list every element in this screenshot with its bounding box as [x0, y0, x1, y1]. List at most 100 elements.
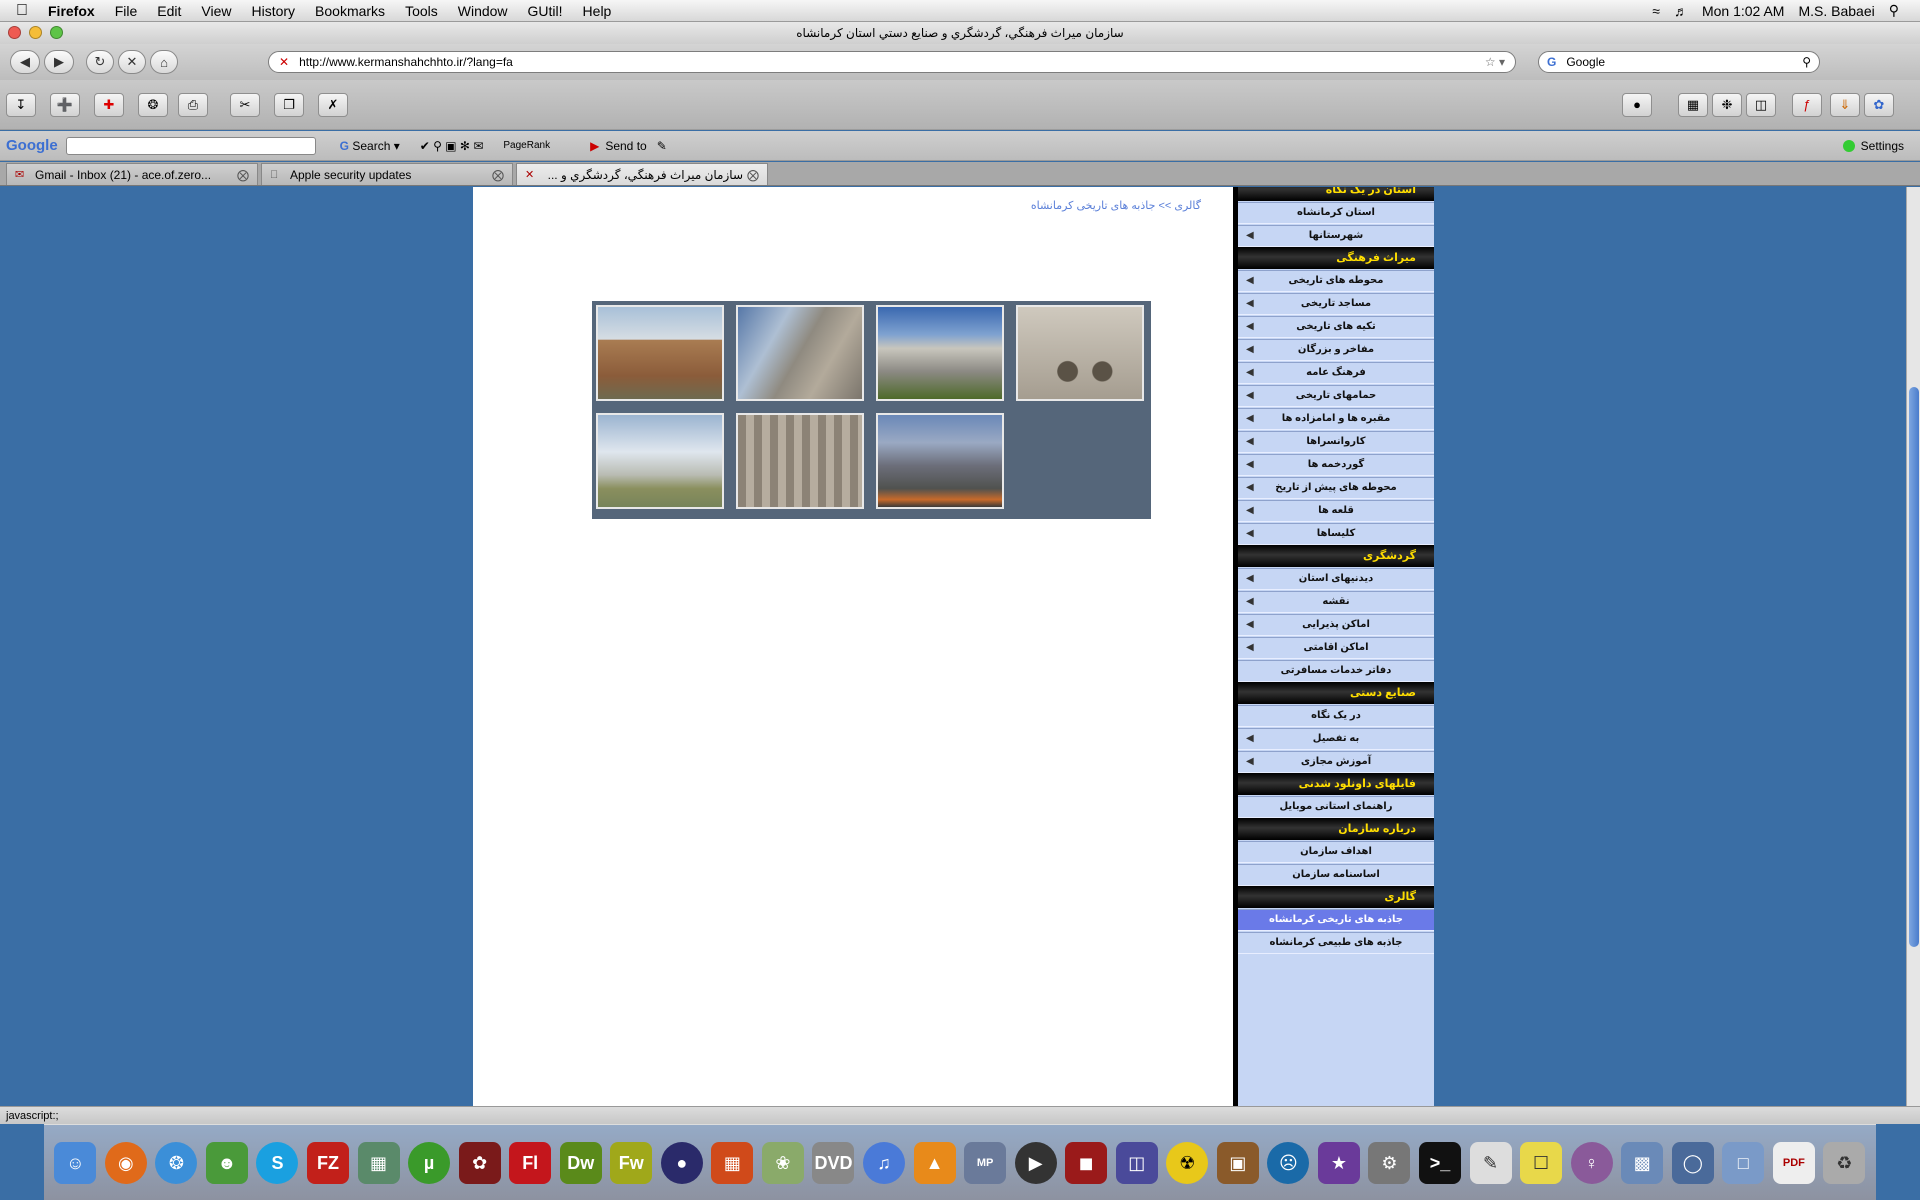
utorrent-icon[interactable]: µ	[408, 1141, 451, 1184]
back-button[interactable]: ◀	[10, 50, 40, 74]
safari-icon[interactable]: ❂	[155, 1141, 198, 1184]
sidebar-item-tombs[interactable]: ◀ مقبره ها و امامزاده ها	[1238, 408, 1434, 430]
preview-icon[interactable]: ▦	[357, 1141, 400, 1184]
vertical-scrollbar[interactable]	[1906, 187, 1920, 1106]
sidebar-item-accommodation[interactable]: ◀ اماکن اقامتی	[1238, 637, 1434, 659]
dvd-player-icon[interactable]: DVD	[812, 1141, 855, 1184]
flash-icon[interactable]: Fl	[509, 1141, 552, 1184]
angry-face-icon[interactable]: ☹	[1267, 1141, 1310, 1184]
firefox-icon[interactable]: ◉	[104, 1141, 147, 1184]
sidebar-item-map[interactable]: ◀ نقشه	[1238, 591, 1434, 613]
toolbar-addon3-icon[interactable]: ❉	[1712, 93, 1742, 117]
search-bar-text[interactable]: Google	[1566, 55, 1605, 69]
toolbar-firstaid-icon[interactable]: ✚	[94, 93, 124, 117]
menubar-user[interactable]: M.S. Babaei	[1791, 3, 1881, 19]
toolbar-scissors-icon[interactable]: ✗	[318, 93, 348, 117]
menu-view[interactable]: View	[191, 3, 241, 19]
adium-icon[interactable]: ☻	[205, 1141, 248, 1184]
zoom-window-icon[interactable]	[50, 26, 63, 39]
menu-bookmarks[interactable]: Bookmarks	[305, 3, 395, 19]
sidebar-item-castles[interactable]: ◀ قلعه ها	[1238, 500, 1434, 522]
breadcrumb[interactable]: گالری >> جاذبه های تاریخی کرمانشاه	[1031, 199, 1201, 212]
sidebar-item-goals[interactable]: اهداف سازمان	[1238, 841, 1434, 863]
tab-close-icon[interactable]: ⨂	[492, 168, 504, 182]
sidebar-item-caravanserais[interactable]: ◀ کاروانسراها	[1238, 431, 1434, 453]
url-bar[interactable]: ✕ http://www.kermanshahchhto.ir/?lang=fa…	[268, 51, 1516, 73]
eclipse-icon[interactable]: ●	[660, 1141, 703, 1184]
search-icon[interactable]: ⚲	[1802, 55, 1819, 69]
sidebar-item-elearning[interactable]: ◀ آموزش مجازی	[1238, 751, 1434, 773]
app-icon-red[interactable]: ✿	[458, 1141, 501, 1184]
sendto-button[interactable]: Send to	[605, 139, 646, 153]
mplayer-icon[interactable]: MP	[964, 1141, 1007, 1184]
toolbar-compass-icon[interactable]: ❂	[138, 93, 168, 117]
volume-icon[interactable]: ♬	[1667, 3, 1695, 19]
sidebar-item-charter[interactable]: اساسنامه سازمان	[1238, 864, 1434, 886]
sidebar-item-prehistoric[interactable]: ◀ محوطه های پیش از تاریخ	[1238, 477, 1434, 499]
gallery-thumb-night-mountain[interactable]	[876, 413, 1004, 509]
sidebar-item-cities[interactable]: ◀ شهرستانها	[1238, 225, 1434, 247]
textedit-icon[interactable]: ✎	[1469, 1141, 1512, 1184]
quicktime-icon[interactable]: ▶	[1014, 1141, 1057, 1184]
iphoto-icon[interactable]: ▩	[1621, 1141, 1664, 1184]
radiation-icon[interactable]: ☢	[1166, 1141, 1209, 1184]
search-bar[interactable]: G Google ⚲	[1538, 51, 1820, 73]
bookmark-star-icon[interactable]: ☆ ▾	[1485, 55, 1515, 69]
toolbar-copy-icon[interactable]: ❐	[274, 93, 304, 117]
home-button[interactable]: ⌂	[150, 50, 178, 74]
search-engine-icon[interactable]: G	[1547, 55, 1556, 69]
site-identity-icon[interactable]: ✕	[279, 55, 289, 69]
toolbar-swirl-icon[interactable]: ✿	[1864, 93, 1894, 117]
menu-edit[interactable]: Edit	[147, 3, 191, 19]
toolbar-addon1-icon[interactable]: ●	[1622, 93, 1652, 117]
forward-button[interactable]: ▶	[44, 50, 74, 74]
highlighter-icon[interactable]: ✎	[657, 139, 667, 153]
system-preferences-icon[interactable]: ⚙	[1368, 1141, 1411, 1184]
pdf-document-icon[interactable]: PDF	[1772, 1141, 1815, 1184]
sidebar-item-tekiyehs[interactable]: ◀ تکیه های تاریخی	[1238, 316, 1434, 338]
sidebar-item-travel-agencies[interactable]: دفاتر خدمات مسافرتی	[1238, 660, 1434, 682]
google-tool-icons[interactable]: ✔ ⚲ ▣ ✻ ✉	[420, 139, 484, 153]
sidebar-item-bathhouses[interactable]: ◀ حمامهای تاریخی	[1238, 385, 1434, 407]
photobooth-icon[interactable]: ◼	[1065, 1141, 1108, 1184]
sidebar-item-sights[interactable]: ◀ دیدنیهای استان	[1238, 568, 1434, 590]
url-text[interactable]: http://www.kermanshahchhto.ir/?lang=fa	[299, 55, 513, 69]
menu-window[interactable]: Window	[448, 3, 518, 19]
sidebar-item-folklore[interactable]: ◀ فرهنگ عامه	[1238, 362, 1434, 384]
downloads-folder-icon[interactable]: ◯	[1671, 1141, 1714, 1184]
gallery-thumb-ruins[interactable]	[596, 413, 724, 509]
sidebar-item-natural-attractions[interactable]: جاذبه های طبیعی کرمانشاه	[1238, 932, 1434, 954]
sidebar-item-churches[interactable]: ◀ کلیساها	[1238, 523, 1434, 545]
menu-history[interactable]: History	[241, 3, 305, 19]
itunes-icon[interactable]: ♫	[863, 1141, 906, 1184]
fireworks-icon[interactable]: Fw	[610, 1141, 653, 1184]
finder-icon[interactable]: ☺	[54, 1141, 97, 1184]
gallery-thumb-relief[interactable]	[736, 413, 864, 509]
folder-icon[interactable]: □	[1722, 1141, 1765, 1184]
google-search-button[interactable]: G Search ▾	[340, 139, 400, 153]
menubar-clock[interactable]: Mon 1:02 AM	[1695, 3, 1792, 19]
sidebar-item-rock-tombs[interactable]: ◀ گوردخمه ها	[1238, 454, 1434, 476]
sidebar-item-historic-sites[interactable]: ◀ محوطه های تاریخی	[1238, 270, 1434, 292]
google-toolbar-input[interactable]	[65, 136, 316, 155]
sidebar-item-notables[interactable]: ◀ مفاخر و بزرگان	[1238, 339, 1434, 361]
tab-apple[interactable]:  Apple security updates ⨂	[261, 163, 513, 185]
toolbar-print-icon[interactable]: ⎙	[178, 93, 208, 117]
gallery-thumb-arches[interactable]	[1016, 305, 1144, 401]
apple-menu-icon[interactable]: 	[16, 2, 38, 20]
menu-help[interactable]: Help	[573, 3, 622, 19]
toolbar-download2-icon[interactable]: ⇓	[1830, 93, 1860, 117]
trash-icon[interactable]: ♻	[1823, 1141, 1866, 1184]
sidebar-item-province[interactable]: استان کرمانشاه	[1238, 202, 1434, 224]
close-window-icon[interactable]	[8, 26, 21, 39]
spotlight-icon[interactable]: ⚲	[1882, 2, 1906, 19]
sidebar-item-mobile-guide[interactable]: راهنمای استانی موبایل	[1238, 796, 1434, 818]
filezilla-icon[interactable]: FZ	[307, 1141, 349, 1184]
library-icon[interactable]: ▣	[1216, 1141, 1259, 1184]
gallery-thumb-building[interactable]	[596, 305, 724, 401]
leaf-icon[interactable]: ❀	[761, 1141, 804, 1184]
stop-button[interactable]: ✕	[118, 50, 146, 74]
menu-gutil[interactable]: GUtil!	[518, 3, 573, 19]
photo-icon[interactable]: ★	[1317, 1141, 1360, 1184]
pagerank-indicator[interactable]: PageRank	[503, 140, 550, 151]
